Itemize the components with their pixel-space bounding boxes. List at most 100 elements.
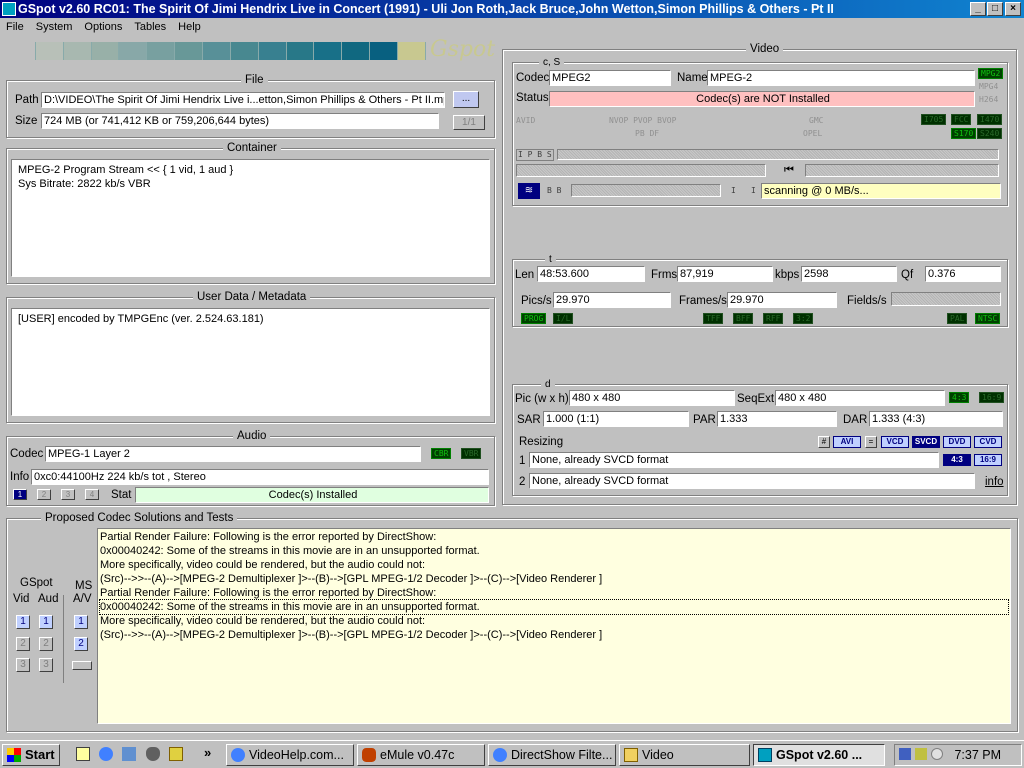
start-button[interactable]: Start bbox=[2, 744, 60, 766]
audio-track-2[interactable]: 2 bbox=[37, 489, 51, 500]
userdata-group: User Data / Metadata [USER] encoded by T… bbox=[6, 290, 495, 423]
len-label: Len bbox=[515, 269, 535, 281]
frames-label: Frames/s bbox=[679, 295, 727, 307]
page-counter[interactable]: 1/1 bbox=[453, 115, 485, 130]
resize1-43-button[interactable]: 4:3 bbox=[943, 454, 971, 466]
fields-field bbox=[891, 292, 1001, 306]
maximize-button[interactable]: □ bbox=[987, 2, 1003, 16]
resize1-169-button[interactable]: 16:9 bbox=[974, 454, 1002, 466]
scanning-status: scanning @ 0 MB/s... bbox=[761, 183, 1001, 199]
container-group-title: Container bbox=[223, 141, 281, 155]
ms-test-2[interactable]: 2 bbox=[74, 637, 88, 651]
tff-indicator: TFF bbox=[703, 313, 724, 324]
audio-group-title: Audio bbox=[233, 429, 271, 443]
vid-test-1[interactable]: 1 bbox=[16, 615, 30, 629]
browser-icon bbox=[493, 748, 507, 762]
network-tray-icon[interactable] bbox=[899, 748, 911, 760]
menu-tables[interactable]: Tables bbox=[128, 18, 172, 36]
bb-indicator: B B bbox=[547, 186, 562, 195]
output-line: More specifically, video could be render… bbox=[100, 559, 426, 571]
ar-43-indicator: 4:3 bbox=[949, 392, 970, 403]
menu-help[interactable]: Help bbox=[172, 18, 207, 36]
vid-test-3[interactable]: 3 bbox=[16, 658, 30, 672]
ms-test-blank[interactable] bbox=[72, 661, 92, 670]
ie-icon[interactable] bbox=[99, 747, 113, 761]
resize2-label: 2 bbox=[519, 476, 526, 488]
par-label: PAR bbox=[693, 414, 716, 426]
audio-track-4[interactable]: 4 bbox=[85, 489, 99, 500]
progress-gradient-bar bbox=[8, 42, 426, 60]
output-line: More specifically, video could be render… bbox=[100, 615, 426, 627]
pic-field: 480 x 480 bbox=[569, 390, 735, 406]
aud-test-1[interactable]: 1 bbox=[39, 615, 53, 629]
dims-subgroup-title: d bbox=[541, 378, 555, 392]
eq-button[interactable]: = bbox=[865, 436, 877, 448]
pics-label: Pics/s bbox=[521, 295, 552, 307]
minimize-button[interactable]: _ bbox=[970, 2, 986, 16]
fcc-indicator: FCC bbox=[951, 114, 972, 125]
task-directshow[interactable]: DirectShow Filte... bbox=[488, 744, 616, 766]
container-info: MPEG-2 Program Stream << { 1 vid, 1 aud … bbox=[11, 159, 490, 277]
resize1-field: None, already SVCD format bbox=[529, 452, 939, 468]
codec-subgroup-title: c, S bbox=[539, 56, 565, 70]
pbdf-indicator: PB DF bbox=[635, 129, 660, 138]
path-field[interactable]: D:\VIDEO\The Spirit Of Jimi Hendrix Live… bbox=[41, 92, 445, 108]
task-video-folder[interactable]: Video bbox=[619, 744, 750, 766]
gspot-label: GSpot bbox=[20, 577, 53, 589]
bitrate-strip-left bbox=[516, 164, 766, 177]
app-icon[interactable] bbox=[2, 2, 16, 16]
output-line-selected: 0x00040242: Some of the streams in this … bbox=[99, 599, 1009, 615]
task-emule[interactable]: eMule v0.47c bbox=[357, 744, 485, 766]
vid-label: Vid bbox=[13, 593, 30, 605]
browser-icon bbox=[231, 748, 245, 762]
audio-stat-label: Stat bbox=[111, 489, 132, 501]
task-videohelp[interactable]: VideoHelp.com... bbox=[226, 744, 354, 766]
volume-icon[interactable] bbox=[915, 748, 927, 760]
ms-test-1[interactable]: 1 bbox=[74, 615, 88, 629]
media-icon[interactable] bbox=[169, 747, 183, 761]
info-link[interactable]: info bbox=[985, 475, 1004, 489]
task-label: VideoHelp.com... bbox=[249, 748, 344, 762]
qf-label: Qf bbox=[901, 269, 914, 281]
audio-info-label: Info bbox=[10, 471, 30, 483]
audio-track-1[interactable]: 1 bbox=[13, 489, 27, 500]
userdata-group-title: User Data / Metadata bbox=[193, 290, 311, 304]
menu-file[interactable]: File bbox=[0, 18, 30, 36]
sar-field: 1.000 (1:1) bbox=[543, 411, 689, 427]
resize-tab-dvd[interactable]: DVD bbox=[943, 436, 971, 448]
aud-test-3[interactable]: 3 bbox=[39, 658, 53, 672]
frms-label: Frms bbox=[651, 269, 678, 281]
resize-tab-svcd[interactable]: SVCD bbox=[912, 436, 940, 448]
clock[interactable]: 7:37 PM bbox=[954, 748, 1001, 762]
vid-test-2[interactable]: 2 bbox=[16, 637, 30, 651]
proposed-group-title: Proposed Codec Solutions and Tests bbox=[41, 511, 238, 525]
opel-indicator: OPEL bbox=[803, 129, 823, 138]
aud-test-2[interactable]: 2 bbox=[39, 637, 53, 651]
proposed-output[interactable]: Partial Render Failure: Following is the… bbox=[97, 528, 1011, 724]
dims-subgroup: d Pic (w x h) 480 x 480 SeqExt 480 x 480… bbox=[512, 378, 1008, 496]
resize-tab-vcd[interactable]: VCD bbox=[881, 436, 909, 448]
avid-indicator: AVID bbox=[516, 116, 536, 125]
output-line: Partial Render Failure: Following is the… bbox=[100, 587, 437, 599]
network-icon[interactable] bbox=[122, 747, 136, 761]
menu-options[interactable]: Options bbox=[78, 18, 128, 36]
menu-system[interactable]: System bbox=[30, 18, 79, 36]
notepad-icon[interactable] bbox=[76, 747, 90, 761]
quicklaunch-chevron-icon[interactable]: » bbox=[204, 745, 211, 760]
i705-indicator: I705 bbox=[921, 114, 947, 125]
alien-icon[interactable] bbox=[146, 747, 160, 761]
tray-icon[interactable] bbox=[931, 748, 943, 760]
browse-button[interactable]: ... bbox=[453, 91, 479, 108]
resize-tab-cvd[interactable]: CVD bbox=[974, 436, 1002, 448]
prog-indicator: PROG bbox=[521, 313, 547, 324]
taskbar: Start » VideoHelp.com... eMule v0.47c Di… bbox=[0, 740, 1024, 768]
close-button[interactable]: × bbox=[1005, 2, 1021, 16]
skip-icon[interactable]: ⏮ bbox=[775, 164, 803, 177]
scan-icon[interactable]: ≋ bbox=[518, 183, 540, 199]
audio-track-3[interactable]: 3 bbox=[61, 489, 75, 500]
hash-button[interactable]: # bbox=[818, 436, 830, 448]
resize-tab-avi[interactable]: AVI bbox=[833, 436, 861, 448]
window-title-bar[interactable]: GSpot v2.60 RC01: The Spirit Of Jimi Hen… bbox=[0, 0, 1024, 18]
pal-indicator: PAL bbox=[947, 313, 968, 324]
task-gspot[interactable]: GSpot v2.60 ... bbox=[753, 744, 885, 766]
